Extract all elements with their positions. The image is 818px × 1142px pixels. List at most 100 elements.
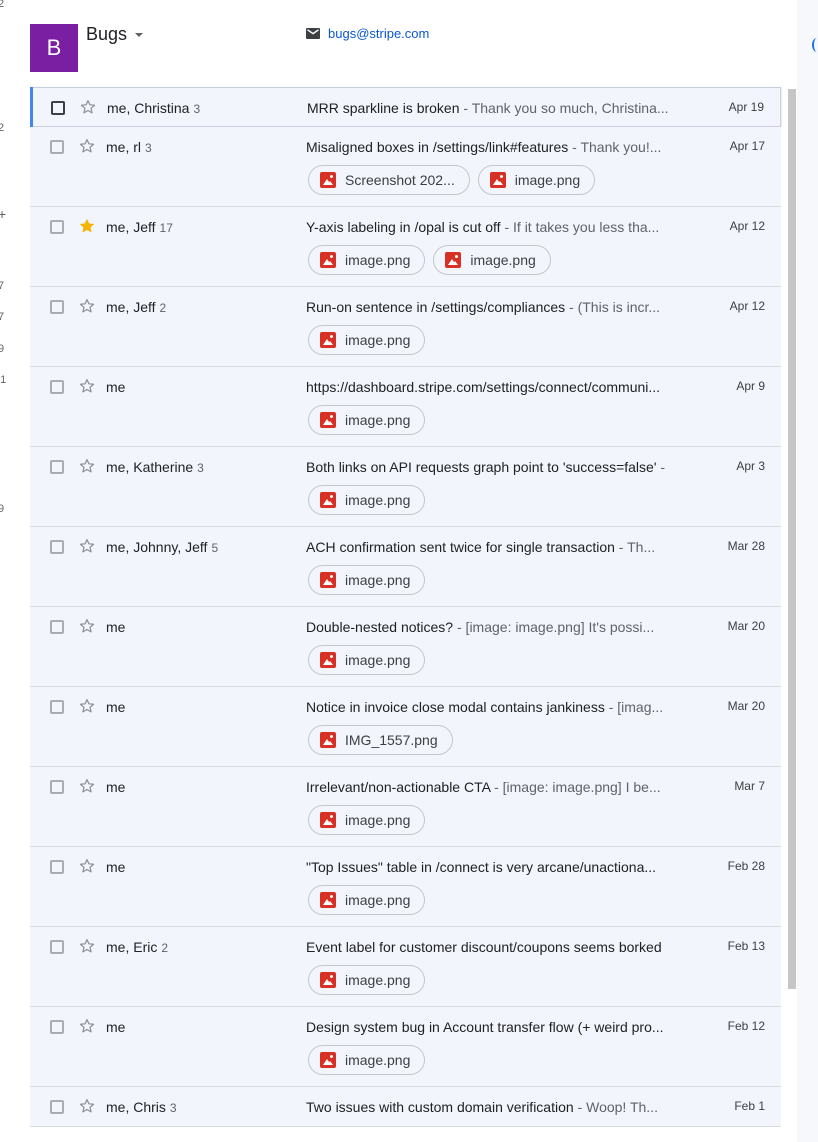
attachment-chip[interactable]: Screenshot 202...	[308, 165, 470, 195]
thread-row[interactable]: me, rl 3 Misaligned boxes in /settings/lin…	[30, 127, 781, 207]
select-checkbox[interactable]	[50, 540, 64, 554]
thread-participants: me, Christina 3	[107, 100, 200, 116]
thread-row[interactable]: me, Chris 3 Two issues with custom domain …	[30, 1087, 781, 1127]
thread-snippet: - If it takes you less tha...	[500, 219, 660, 235]
thread-subject: Two issues with custom domain verificati…	[306, 1099, 574, 1115]
attachment-filename: image.png	[345, 892, 411, 908]
select-checkbox[interactable]	[50, 220, 64, 234]
attachment-chips: image.png	[308, 565, 426, 595]
attachment-chip[interactable]: image.png	[308, 245, 426, 275]
star-icon[interactable]	[78, 937, 96, 955]
star-icon[interactable]	[78, 697, 96, 715]
star-icon[interactable]	[78, 137, 96, 155]
thread-snippet: - Th...	[614, 539, 656, 555]
edge-fragment: +	[0, 206, 7, 222]
star-filled-icon[interactable]	[78, 217, 96, 235]
thread-row[interactable]: me, Johnny, Jeff 5 ACH confirmation sent t…	[30, 527, 781, 607]
image-file-icon	[320, 812, 336, 828]
thread-participants: me, Eric 2	[106, 939, 168, 955]
image-file-icon	[320, 172, 336, 188]
attachment-chip[interactable]: IMG_1557.png	[308, 725, 453, 755]
star-icon[interactable]	[79, 98, 97, 116]
group-name-dropdown[interactable]: Bugs	[86, 24, 144, 45]
thread-row[interactable]: me Double-nested notices? - [image: image…	[30, 607, 781, 687]
select-checkbox[interactable]	[50, 780, 64, 794]
scrollbar-thumb[interactable]	[788, 89, 796, 989]
star-icon[interactable]	[78, 777, 96, 795]
thread-date: Feb 12	[727, 1019, 765, 1033]
attachment-filename: image.png	[345, 332, 411, 348]
star-icon[interactable]	[78, 297, 96, 315]
attachment-chip[interactable]: image.png	[308, 645, 426, 675]
message-count: 3	[145, 141, 152, 155]
select-checkbox[interactable]	[50, 1100, 64, 1114]
thread-date: Apr 12	[729, 219, 765, 233]
thread-row[interactable]: me, Jeff 2 Run-on sentence in /settings/co…	[30, 287, 781, 367]
select-checkbox[interactable]	[50, 140, 64, 154]
star-icon[interactable]	[78, 1097, 96, 1115]
group-email-link[interactable]: bugs@stripe.com	[306, 26, 429, 41]
attachment-chip[interactable]: image.png	[308, 565, 426, 595]
select-checkbox[interactable]	[50, 300, 64, 314]
thread-row[interactable]: me, Jeff 17 Y-axis labeling in /opal is cu…	[30, 207, 781, 287]
select-checkbox[interactable]	[50, 620, 64, 634]
thread-subject-line: Y-axis labeling in /opal is cut off - If…	[306, 219, 676, 235]
attachment-chip[interactable]: image.png	[477, 165, 596, 195]
thread-row[interactable]: me Irrelevant/non-actionable CTA - [image…	[30, 767, 781, 847]
sender-names: me, Katherine	[106, 459, 194, 475]
side-panel-icon[interactable]	[812, 38, 818, 52]
select-checkbox[interactable]	[50, 1020, 64, 1034]
thread-row[interactable]: me Design system bug in Account transfer …	[30, 1007, 781, 1087]
star-icon[interactable]	[78, 1017, 96, 1035]
attachment-chip[interactable]: image.png	[308, 885, 426, 915]
thread-subject: Irrelevant/non-actionable CTA	[306, 779, 491, 795]
attachment-chip[interactable]: image.png	[308, 805, 426, 835]
image-file-icon	[320, 572, 336, 588]
thread-row[interactable]: me https://dashboard.stripe.com/settings/…	[30, 367, 781, 447]
image-file-icon	[320, 252, 336, 268]
select-checkbox[interactable]	[50, 700, 64, 714]
thread-date: Mar 20	[727, 619, 765, 633]
select-checkbox[interactable]	[50, 860, 64, 874]
attachment-chips: image.png	[308, 805, 426, 835]
thread-row[interactable]: me, Christina 3 MRR sparkline is broken - …	[30, 87, 781, 128]
star-icon[interactable]	[78, 617, 96, 635]
thread-date: Mar 7	[734, 779, 765, 793]
thread-participants: me	[106, 859, 129, 875]
select-checkbox[interactable]	[50, 940, 64, 954]
thread-row[interactable]: me Notice in invoice close modal contains…	[30, 687, 781, 767]
select-checkbox[interactable]	[50, 460, 64, 474]
scrollbar[interactable]	[787, 87, 797, 1142]
message-count: 2	[161, 941, 169, 955]
edge-fragment: 2	[0, 0, 5, 10]
attachment-chip[interactable]: image.png	[308, 325, 426, 355]
thread-subject: Design system bug in Account transfer fl…	[306, 1019, 664, 1035]
star-icon[interactable]	[78, 857, 96, 875]
star-icon[interactable]	[78, 537, 96, 555]
thread-snippet: - [imag...	[604, 699, 664, 715]
attachment-chip[interactable]: image.png	[308, 1045, 426, 1075]
star-icon[interactable]	[78, 457, 96, 475]
attachment-filename: image.png	[345, 652, 411, 668]
attachment-chips: image.png image.png	[308, 245, 551, 275]
select-checkbox[interactable]	[50, 380, 64, 394]
thread-row[interactable]: me, Eric 2 Event label for customer discou…	[30, 927, 781, 1007]
star-icon[interactable]	[78, 377, 96, 395]
attachment-filename: image.png	[345, 412, 411, 428]
attachment-chip[interactable]: image.png	[433, 245, 551, 275]
edge-fragment: 31	[0, 374, 7, 386]
attachment-chip[interactable]: image.png	[308, 405, 426, 435]
thread-row[interactable]: me "Top Issues" table in /connect is very…	[30, 847, 781, 927]
attachment-chip[interactable]: image.png	[308, 965, 426, 995]
thread-row[interactable]: me, Katherine 3 Both links on API requests…	[30, 447, 781, 527]
image-file-icon	[320, 492, 336, 508]
thread-subject: Event label for customer discount/coupon…	[306, 939, 662, 955]
thread-subject: Double-nested notices?	[306, 619, 454, 635]
thread-subject-line: Run-on sentence in /settings/compliances…	[306, 299, 676, 315]
thread-subject-line: Irrelevant/non-actionable CTA - [image: …	[306, 779, 676, 795]
thread-date: Feb 1	[734, 1099, 765, 1113]
thread-date: Apr 3	[736, 459, 765, 473]
attachment-chip[interactable]: image.png	[308, 485, 426, 515]
select-checkbox[interactable]	[51, 101, 65, 115]
attachment-filename: image.png	[345, 812, 411, 828]
